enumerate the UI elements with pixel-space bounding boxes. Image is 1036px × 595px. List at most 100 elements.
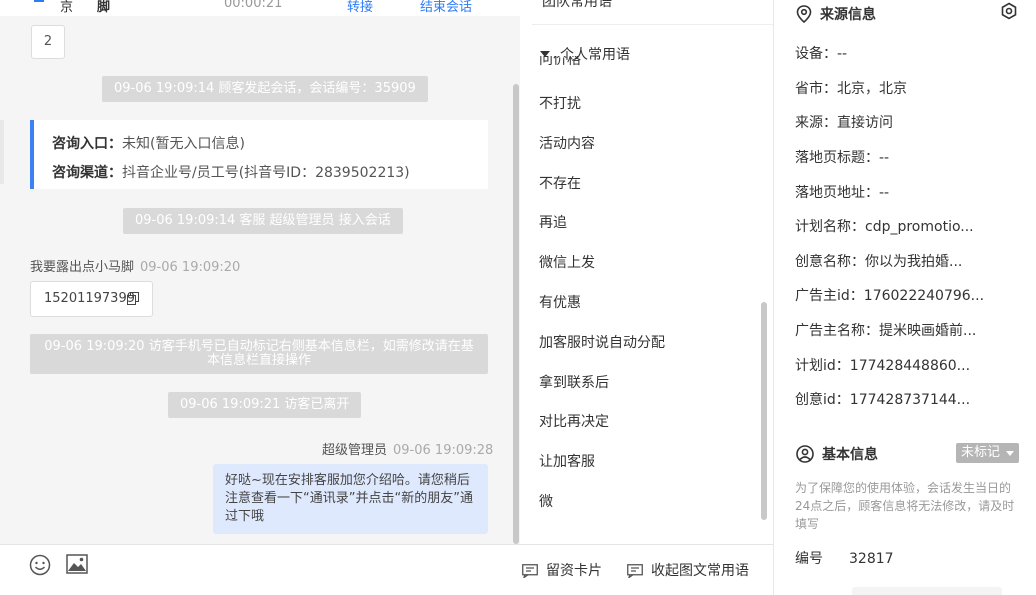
phrase-item[interactable]: 微 [539, 491, 553, 511]
info-label: 广告主id： [795, 288, 864, 304]
visitor-name: 我要露出点小马脚 [30, 260, 135, 275]
info-value: -- [879, 150, 890, 166]
system-message-phone-marked: 09-06 19:09:20 访客手机号已自动标记右侧基本信息栏，如需修改请在基… [30, 334, 488, 374]
emoji-icon[interactable] [29, 554, 51, 576]
info-advertiser-id: 广告主id：176022240796... [795, 285, 984, 305]
phrase-item[interactable]: 活动内容 [539, 133, 595, 153]
collapse-phrases-button[interactable]: 收起图文常用语 [627, 560, 749, 580]
info-device: 设备：-- [795, 43, 847, 63]
info-label: 计划名称： [795, 219, 865, 235]
transfer-link[interactable]: 转接 [347, 0, 373, 15]
team-phrases-group[interactable]: 团队常用语 [542, 0, 612, 11]
system-message-join: 09-06 19:09:14 客服 超级管理员 接入会话 [123, 208, 403, 234]
info-source: 来源：直接访问 [795, 112, 893, 132]
phrase-item[interactable]: 不存在 [539, 173, 581, 193]
agent-time: 09-06 19:09:28 [393, 443, 494, 458]
info-province-city: 省市：北京，北京 [795, 78, 907, 98]
phrase-item[interactable]: 有优惠 [539, 292, 581, 312]
message-number-bubble: 2 [31, 25, 65, 59]
info-landing-url: 落地页地址：-- [795, 182, 889, 202]
system-phone-line-1: 09-06 19:09:20 访客手机号已自动标记右侧基本信息栏，如需修改请在基 [44, 339, 474, 354]
entry-label: 咨询入口： [52, 136, 122, 152]
info-value: 直接访问 [837, 115, 893, 131]
info-creative-name: 创意名称：你以为我拍婚... [795, 251, 962, 271]
header-col-1: 京 [60, 0, 74, 15]
chat-header: 京 脚 00:00:21 转接 结束会话 [0, 0, 520, 16]
info-id-row: 编号 32817 [795, 548, 894, 568]
location-pin-icon [796, 5, 812, 24]
info-label: 设备： [795, 46, 837, 62]
basic-info-label: 基本信息 [822, 447, 878, 463]
system-message-start: 09-06 19:09:14 顾客发起会话，会话编号：35909 [102, 76, 428, 102]
info-value: cdp_promotio... [865, 219, 974, 235]
system-message-left: 09-06 19:09:21 访客已离开 [168, 392, 362, 418]
id-value: 32817 [849, 551, 894, 567]
lead-card-label: 留资卡片 [546, 563, 602, 579]
info-value: 你以为我拍婚... [865, 254, 963, 270]
info-value: -- [879, 185, 890, 201]
info-label: 省市： [795, 81, 837, 97]
info-value: 北京，北京 [837, 81, 907, 97]
info-value: 176022240796... [863, 288, 985, 304]
customer-info-panel: 来源信息 设备：-- 省市：北京，北京 来源：直接访问 落地页标题：-- 落地页… [773, 0, 1036, 595]
visitor-time: 09-06 19:09:20 [140, 260, 241, 275]
entry-value: 未知(暂无入口信息) [122, 136, 245, 152]
phrase-item[interactable]: 让加客服 [539, 451, 595, 471]
chat-panel: 京 脚 00:00:21 转接 结束会话 2 09-06 19:09:14 顾客… [0, 0, 520, 595]
phrase-item[interactable]: 再追 [539, 212, 567, 232]
info-plan-id: 计划id：177428448860... [795, 355, 970, 375]
info-label: 计划id： [795, 358, 850, 374]
divider [532, 24, 773, 25]
visitor-message-text: 15201197399 [44, 291, 135, 306]
lead-card-button[interactable]: 留资卡片 [522, 560, 602, 580]
phrase-partial[interactable]: 问价格 [539, 56, 581, 66]
dropdown-arrow-icon [1006, 451, 1014, 456]
agent-sender: 超级管理员 09-06 19:09:28 [322, 439, 493, 458]
source-info-label: 来源信息 [820, 7, 876, 23]
info-value: -- [837, 46, 848, 62]
info-label: 广告主名称： [795, 323, 879, 339]
visitor-sender: 我要露出点小马脚 09-06 19:09:20 [30, 256, 240, 275]
quick-phrases-panel: 团队常用语 个人常用语 问价格 不打扰 活动内容 不存在 再追 微信上发 有优惠… [520, 0, 773, 544]
id-label: 编号 [795, 551, 823, 567]
session-duration: 00:00:21 [224, 0, 283, 11]
basic-info-title: 基本信息 [796, 444, 878, 464]
source-info-title: 来源信息 [796, 4, 876, 24]
phrase-item[interactable]: 不打扰 [539, 93, 581, 113]
settings-icon[interactable] [1000, 2, 1018, 21]
header-col-2: 脚 [97, 0, 111, 15]
phrase-icon [627, 564, 643, 580]
system-phone-line-2: 本信息栏直接操作 [206, 353, 311, 368]
info-label: 落地页地址： [795, 185, 879, 201]
chat-toolbar: 留资卡片 收起图文常用语 [0, 544, 773, 595]
phrase-item[interactable]: 加客服时说自动分配 [539, 332, 665, 352]
info-value: 177428448860... [849, 358, 971, 374]
tag-label: 未标记 [961, 445, 1001, 460]
info-label: 来源： [795, 115, 837, 131]
end-session-link[interactable]: 结束会话 [420, 0, 472, 15]
agent-message: 好哒~现在安排客服加您介绍哈。请您稍后注意查看一下“通讯录”并点击“新的朋友”通… [213, 464, 488, 534]
edit-notice: 为了保障您的使用体验，会话发生当日的24点之后，顾客信息将无法修改，请及时填写 [795, 481, 1015, 531]
channel-label: 咨询渠道： [52, 165, 122, 181]
image-icon[interactable] [66, 554, 88, 574]
info-label: 创意id： [795, 392, 850, 408]
phrase-item[interactable]: 对比再决定 [539, 411, 609, 431]
left-edge-marker [0, 120, 4, 184]
info-label: 创意名称： [795, 254, 865, 270]
consult-entry-card: 咨询入口：未知(暂无入口信息) 咨询渠道：抖音企业号/员工号(抖音号ID：283… [30, 120, 488, 189]
phrase-item[interactable]: 拿到联系后 [539, 372, 609, 392]
copy-icon[interactable] [127, 292, 139, 305]
visitor-message: 15201197399 [30, 281, 153, 317]
info-plan-name: 计划名称：cdp_promotio... [795, 216, 974, 236]
info-advertiser-name: 广告主名称：提米映画婚前... [795, 320, 976, 340]
tag-dropdown[interactable]: 未标记 [956, 443, 1019, 463]
info-label: 落地页标题： [795, 150, 879, 166]
phrase-item[interactable]: 微信上发 [539, 252, 595, 272]
chat-scrollbar[interactable] [513, 84, 519, 544]
info-creative-id: 创意id：177428737144... [795, 389, 970, 409]
phrases-scrollbar[interactable] [761, 302, 767, 520]
info-landing-title: 落地页标题：-- [795, 147, 889, 167]
info-value: 177428737144... [849, 392, 971, 408]
collapse-phrases-label: 收起图文常用语 [651, 563, 749, 579]
info-value: 提米映画婚前... [879, 323, 977, 339]
